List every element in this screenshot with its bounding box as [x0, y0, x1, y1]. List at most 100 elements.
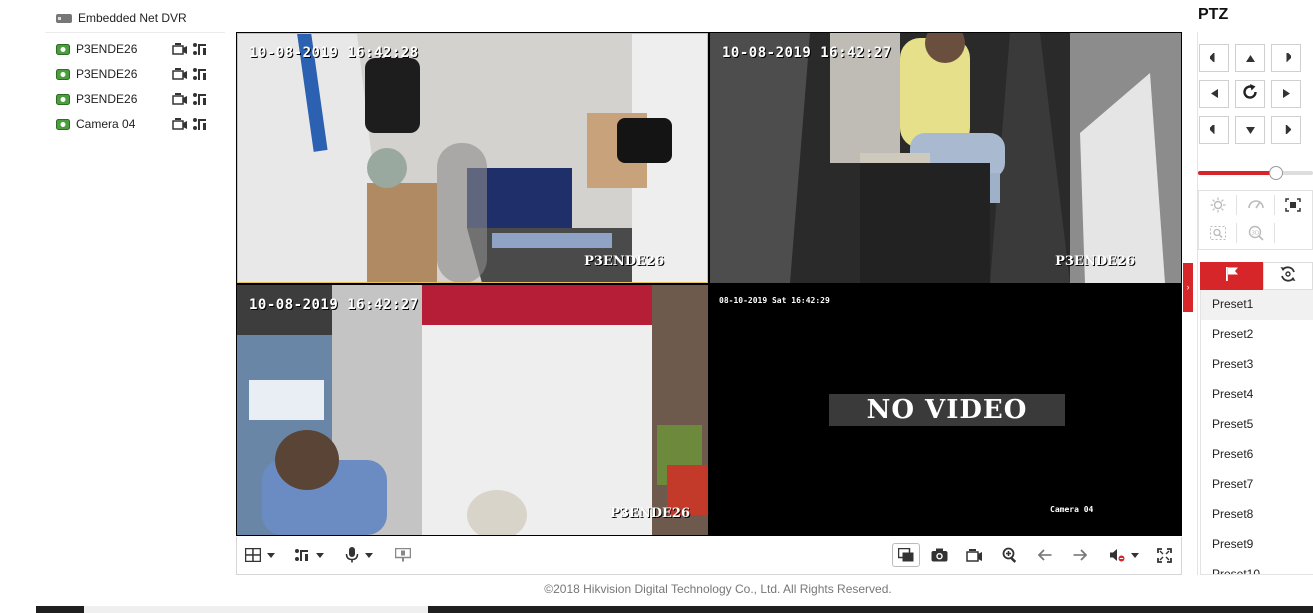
osd-camera-name: P3ENDE26 [610, 506, 690, 521]
volume-button[interactable] [1109, 543, 1139, 567]
zoom-area-button[interactable] [1207, 224, 1229, 246]
camera-live-icon [56, 118, 70, 130]
preset-item[interactable]: Preset6 [1201, 440, 1313, 470]
preset-item[interactable]: Preset3 [1201, 350, 1313, 380]
arrow-down-right-icon [1282, 121, 1291, 139]
ptz-control-icon[interactable] [192, 67, 208, 81]
wiper-button[interactable] [1245, 196, 1267, 218]
chevron-down-icon [1131, 552, 1139, 558]
ptz-panel-toggle[interactable]: › [1183, 263, 1193, 312]
device-tree-root[interactable]: Embedded Net DVR [56, 11, 187, 25]
device-name: Embedded Net DVR [78, 11, 187, 25]
arrow-up-right-icon [1282, 49, 1292, 67]
ptz-control-icon[interactable] [192, 92, 208, 106]
arrow-up-left-icon [1208, 49, 1219, 67]
ptz-up-right-button[interactable] [1271, 44, 1301, 72]
chevron-down-icon [365, 552, 373, 558]
divider [1236, 195, 1237, 215]
light-button[interactable] [1207, 196, 1229, 218]
digital-zoom-button[interactable] [1002, 543, 1018, 567]
preset-item[interactable]: Preset4 [1201, 380, 1313, 410]
window-division-button[interactable] [892, 543, 920, 567]
ptz-up-button[interactable] [1235, 44, 1265, 72]
copyright-footer: ©2018 Hikvision Digital Technology Co., … [544, 582, 892, 596]
chevron-down-icon [316, 552, 324, 558]
playback-toolbar [236, 537, 1182, 575]
zoom-in-icon [1002, 547, 1018, 563]
record-icon[interactable] [172, 42, 188, 56]
record-icon[interactable] [172, 92, 188, 106]
osd-camera-name: P3ENDE26 [584, 254, 664, 269]
preset-flag-icon [1225, 266, 1239, 287]
osd-timestamp: 10-08-2019 16:42:27 [249, 297, 419, 313]
layout-icon [245, 548, 261, 562]
camera-name: P3ENDE26 [76, 42, 138, 56]
ptz-left-button[interactable] [1199, 80, 1229, 108]
ptz-auto-scan-button[interactable] [1235, 80, 1265, 108]
camera-1-feed [237, 33, 708, 283]
video-tile-2[interactable]: 10-08-2019 16:42:27 P3ENDE26 [710, 33, 1181, 283]
ptz-stream-button[interactable] [294, 543, 324, 567]
preset-list: Preset1 Preset2 Preset3 Preset4 Preset5 … [1200, 290, 1313, 575]
ptz-right-button[interactable] [1271, 80, 1301, 108]
no-video-label: NO VIDEO [829, 394, 1065, 426]
preset-item[interactable]: Preset5 [1201, 410, 1313, 440]
ptz-title: PTZ [1198, 6, 1229, 23]
svg-text:3D: 3D [1251, 230, 1259, 236]
wiper-icon [1247, 198, 1265, 217]
arrow-down-left-icon [1208, 121, 1219, 139]
previous-page-button[interactable] [1038, 543, 1052, 567]
ptz-stream-icon [294, 548, 310, 562]
ptz-speed-slider[interactable] [1198, 166, 1313, 180]
layout-button[interactable] [245, 543, 275, 567]
preset-item[interactable]: Preset10 [1201, 560, 1313, 574]
osd-camera-name: P3ENDE26 [1055, 254, 1135, 269]
ptz-up-left-button[interactable] [1199, 44, 1229, 72]
chevron-down-icon [267, 552, 275, 558]
ptz-speed-handle[interactable] [1269, 166, 1284, 180]
tree-divider [45, 32, 225, 33]
fullscreen-button[interactable] [1157, 543, 1172, 567]
focus-icon [1285, 197, 1301, 217]
3d-positioning-button[interactable]: 3D [1245, 224, 1267, 246]
ptz-control-icon[interactable] [192, 42, 208, 56]
video-tile-1[interactable]: 10-08-2019 16:42:28 P3ENDE26 [237, 33, 708, 283]
preset-item[interactable]: Preset7 [1201, 470, 1313, 500]
preset-item[interactable]: Preset2 [1201, 320, 1313, 350]
osd-timestamp: 08-10-2019 Sat 16:42:29 [719, 296, 830, 305]
camera-item-1[interactable]: P3ENDE26 [56, 42, 216, 56]
preset-item[interactable]: Preset9 [1201, 530, 1313, 560]
record-icon [966, 548, 983, 562]
camera-item-3[interactable]: P3ENDE26 [56, 92, 216, 106]
tab-presets[interactable] [1200, 262, 1263, 290]
camera-item-2[interactable]: P3ENDE26 [56, 67, 216, 81]
camera-live-icon [56, 68, 70, 80]
focus-button[interactable] [1282, 196, 1304, 218]
dvr-icon [56, 13, 72, 23]
ptz-down-left-button[interactable] [1199, 116, 1229, 144]
record-button[interactable] [966, 543, 983, 567]
camera-name: P3ENDE26 [76, 92, 138, 106]
ptz-down-right-button[interactable] [1271, 116, 1301, 144]
camera-2-feed [710, 33, 1181, 283]
ptz-control-icon[interactable] [192, 117, 208, 131]
microphone-button[interactable] [345, 543, 373, 567]
record-icon[interactable] [172, 117, 188, 131]
tab-patrol[interactable] [1263, 262, 1313, 290]
taskbar-strip [36, 606, 1313, 613]
ptz-down-button[interactable] [1235, 116, 1265, 144]
fullscreen-icon [1157, 547, 1172, 563]
arrow-left-icon [1210, 85, 1218, 103]
preset-item[interactable]: Preset1 [1201, 290, 1313, 320]
video-tile-3[interactable]: 10-08-2019 16:42:27 P3ENDE26 [237, 285, 708, 535]
capture-button[interactable] [931, 543, 948, 567]
record-icon[interactable] [172, 67, 188, 81]
preset-item[interactable]: Preset8 [1201, 500, 1313, 530]
osd-timestamp: 10-08-2019 16:42:28 [249, 45, 419, 61]
stop-all-button[interactable] [395, 543, 411, 567]
camera-live-icon [56, 43, 70, 55]
video-tile-4[interactable]: 08-10-2019 Sat 16:42:29 NO VIDEO Camera … [710, 285, 1181, 535]
camera-item-4[interactable]: Camera 04 [56, 117, 216, 131]
next-page-button[interactable] [1073, 543, 1087, 567]
osd-timestamp: 10-08-2019 16:42:27 [722, 45, 892, 61]
